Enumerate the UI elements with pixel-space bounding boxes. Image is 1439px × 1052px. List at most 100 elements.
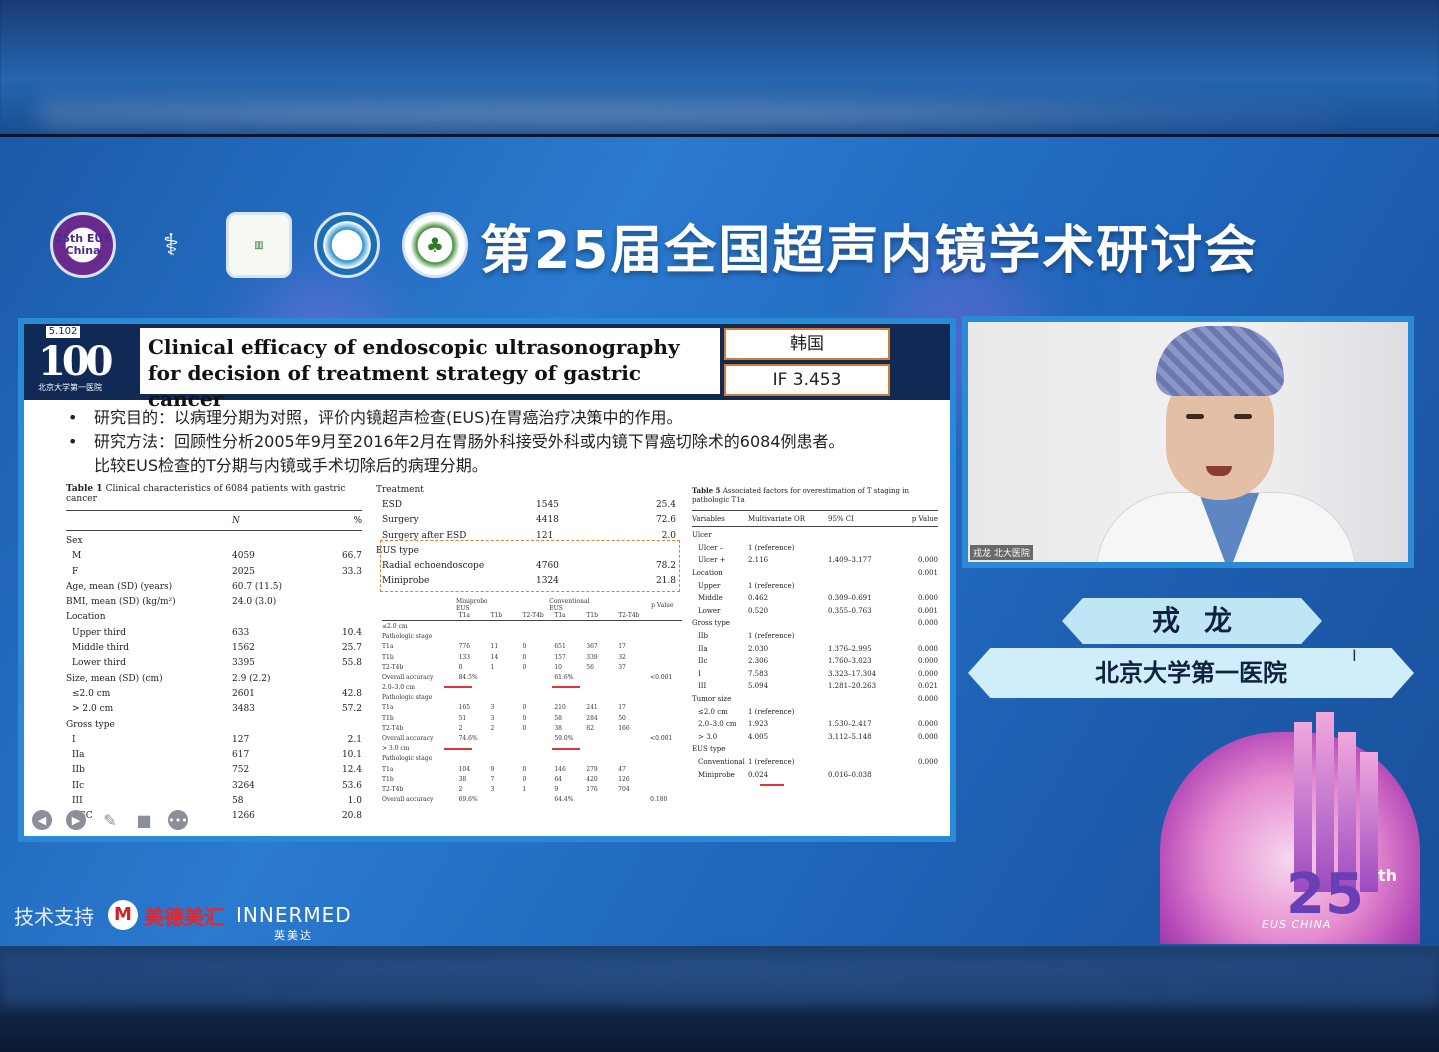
more-icon[interactable]: ••• bbox=[168, 810, 188, 830]
table-row: Upper third 633 10.4 bbox=[72, 627, 362, 638]
table-row: Ulcer –1 (reference) bbox=[698, 543, 795, 552]
table-row: Gross type 0.000 bbox=[692, 619, 938, 628]
speaker-video-panel: 戎龙 北大医院 bbox=[962, 316, 1414, 568]
support-label: 技术支持 bbox=[14, 904, 94, 929]
underline-accuracy-2 bbox=[552, 686, 580, 688]
table-row: Middle third 1562 25.7 bbox=[72, 643, 362, 654]
blurred-top-area bbox=[0, 0, 1439, 132]
table-5-caption: Table 5 Associated factors for overestim… bbox=[692, 486, 909, 504]
impact-factor-label: IF 3.453 bbox=[724, 364, 890, 396]
table-row: Middle 0.462 0.309–0.691 0.000 bbox=[698, 594, 938, 603]
bullet-purpose: 研究目的：以病理分期为对照，评价内镜超声检查(EUS)在胃癌治疗决策中的作用。 bbox=[64, 406, 924, 430]
table-row: Overall accuracy 74.6% 59.0% <0.001 bbox=[382, 735, 673, 743]
eus-type-highlight-box bbox=[380, 540, 680, 592]
underline-miniprobe-or bbox=[760, 784, 784, 786]
country-label: 韩国 bbox=[724, 328, 890, 360]
table-row: T1b 51 3 0 58 284 50 bbox=[382, 714, 626, 722]
slide-bullets: 研究目的：以病理分期为对照，评价内镜超声检查(EUS)在胃癌治疗决策中的作用。 … bbox=[64, 406, 924, 478]
table-row: F 2025 33.3 bbox=[72, 566, 362, 577]
underline-accuracy-3 bbox=[444, 748, 472, 750]
table-row: Miniprobe 0.024 0.016–0.038 bbox=[698, 770, 872, 779]
table-row: T1a 104 9 0 146 279 47 bbox=[382, 765, 626, 773]
table-5-header: Variables Multivariate OR 95% CI p Value bbox=[692, 514, 938, 523]
mdmh-brand: 美德美汇 bbox=[144, 904, 224, 929]
table-accuracy-header: Miniprobe EUS Conventional EUS p Value bbox=[456, 598, 674, 613]
table-row: > 2.0 cm 3483 57.2 bbox=[72, 704, 362, 715]
back-icon[interactable]: ◀ bbox=[32, 810, 52, 830]
table-row: Pathologic stage bbox=[382, 694, 433, 702]
technical-support: 技术支持 M 美德美汇 INNERMED 英美达 bbox=[14, 900, 352, 942]
corner-badge: 5.102 bbox=[46, 326, 80, 338]
slide-header: 5.102 100 北京大学第一医院 Clinical efficacy of … bbox=[24, 324, 950, 411]
stream-stage: 25th EUS China ⚕ ▥ ✚ ♣ 第25届全国超声内镜学术研讨会 5… bbox=[0, 0, 1439, 1052]
video-participant-label: 戎龙 北大医院 bbox=[970, 545, 1033, 560]
table-row: T1a 165 3 0 210 241 17 bbox=[382, 704, 626, 712]
table-row: Overall accuracy 84.5% 61.6% <0.001 bbox=[382, 673, 673, 681]
underline-accuracy-1 bbox=[444, 686, 472, 688]
forward-icon[interactable]: ▶ bbox=[66, 810, 86, 830]
medical-caduceus-logo: ⚕ bbox=[162, 227, 180, 263]
slide-toolbar: ◀ ▶ ✎ ■ ••• bbox=[32, 810, 188, 830]
table-row: ESD 1545 25.4 bbox=[382, 499, 676, 510]
table-row: Pathologic stage bbox=[382, 755, 433, 763]
table-row: IIc 2.306 1.760–3.023 0.000 bbox=[698, 657, 938, 666]
speaker-video: 戎龙 北大医院 bbox=[968, 322, 1408, 562]
table-row: T2-T4b 0 1 0 10 56 37 bbox=[382, 663, 626, 671]
table-row: 2.0–3.0 cm 1.923 1.530–2.417 0.000 bbox=[698, 720, 938, 729]
text-cursor-icon: I bbox=[1352, 646, 1357, 665]
table-row: IIc 3264 53.6 bbox=[72, 780, 362, 791]
table-row: Treatment bbox=[376, 484, 424, 495]
table-row: Sex bbox=[66, 535, 83, 546]
table-row: Upper 1 (reference) bbox=[698, 581, 795, 590]
table-row: I 7.583 3.323–17.304 0.000 bbox=[698, 669, 938, 678]
conference-title: 第25届全国超声内镜学术研讨会 bbox=[480, 221, 1259, 281]
table-row: Overall accuracy 69.6% 64.4% 0.180 bbox=[382, 796, 668, 804]
table-row: Tumor size 0.000 bbox=[692, 695, 938, 704]
pen-icon[interactable]: ✎ bbox=[100, 810, 120, 830]
medical-cross-logo: ✚ bbox=[314, 212, 380, 278]
table-accuracy: Miniprobe EUS Conventional EUS p Value T1a… bbox=[382, 598, 682, 805]
table-row: Lower third 3395 55.8 bbox=[72, 658, 362, 669]
table-row: ≤2.0 cm 2601 42.8 bbox=[72, 688, 362, 699]
table-row: > 3.0 4.005 3.112–5.148 0.000 bbox=[698, 732, 938, 741]
table-row: III 58 1.0 bbox=[72, 795, 362, 806]
table-row: Age, mean (SD) (years) 60.7 (11.5) bbox=[66, 581, 282, 592]
paper-title: Clinical efficacy of endoscopic ultrason… bbox=[140, 328, 720, 411]
innermed-brand: INNERMED 英美达 bbox=[236, 903, 352, 942]
table-row: Size, mean (SD) (cm) 2.9 (2.2) bbox=[66, 673, 271, 684]
table-5: Table 5 Associated factors for overestim… bbox=[692, 486, 938, 781]
speaker-name: 戎龙 bbox=[1151, 604, 1256, 637]
eus-china-logo: 25th EUS China bbox=[50, 212, 116, 278]
bullet-method: 研究方法：回顾性分析2005年9月至2016年2月在胃肠外科接受外科或内镜下胃癌… bbox=[64, 430, 924, 454]
slide-panel: 5.102 100 北京大学第一医院 Clinical efficacy of … bbox=[18, 318, 956, 842]
table-row: Lower 0.520 0.355–0.763 0.001 bbox=[698, 606, 938, 615]
speaker-figure bbox=[1086, 322, 1406, 562]
table-row: I 127 2.1 bbox=[72, 734, 362, 745]
conference-25th-logo: 25 th EUS CHINA bbox=[1156, 712, 1426, 944]
table-row: T1b 133 14 0 157 339 32 bbox=[382, 653, 626, 661]
table-row: Pathologic stage bbox=[382, 633, 433, 641]
table-row: IIa 617 10.1 bbox=[72, 750, 362, 761]
table-row: Location bbox=[66, 612, 106, 623]
table-row: IIb 1 (reference) bbox=[698, 632, 795, 641]
table-row: T2-T4b 2 3 1 9 176 704 bbox=[382, 785, 630, 793]
table-row: Conventional 1 (reference) 0.000 bbox=[698, 757, 938, 766]
table-accuracy-subheader: T1a T1b T2-T4b T1a T1b T2-T4b bbox=[458, 611, 640, 619]
table-row: Ulcer bbox=[692, 531, 712, 540]
table-row: ≤2.0 cm bbox=[382, 622, 408, 630]
table-row: > 3.0 cm bbox=[382, 745, 410, 753]
table-row: BMI, mean (SD) (kg/m²) 24.0 (3.0) bbox=[66, 597, 277, 608]
table-1-header: N % bbox=[232, 515, 362, 526]
table-row: III 5.094 1.281–20.263 0.021 bbox=[698, 682, 938, 691]
table-row: ≤2.0 cm 1 (reference) bbox=[698, 707, 795, 716]
table-row: Location 0.001 bbox=[692, 569, 938, 578]
table-row: 2.0–3.0 cm bbox=[382, 684, 416, 692]
hospital-building-logo: ▥ bbox=[226, 212, 292, 278]
blurred-bottom-area bbox=[0, 946, 1439, 1052]
bullet-method-cont: 比较EUS检查的T分期与内镜或手术切除后的病理分期。 bbox=[94, 456, 488, 475]
table-row: T1a 776 11 0 651 367 17 bbox=[382, 643, 626, 651]
table-row: IIb 752 12.4 bbox=[72, 765, 362, 776]
table-row: T1b 38 7 0 64 420 126 bbox=[382, 775, 630, 783]
camera-icon[interactable]: ■ bbox=[134, 810, 154, 830]
mdmh-logo-icon: M bbox=[108, 900, 138, 930]
